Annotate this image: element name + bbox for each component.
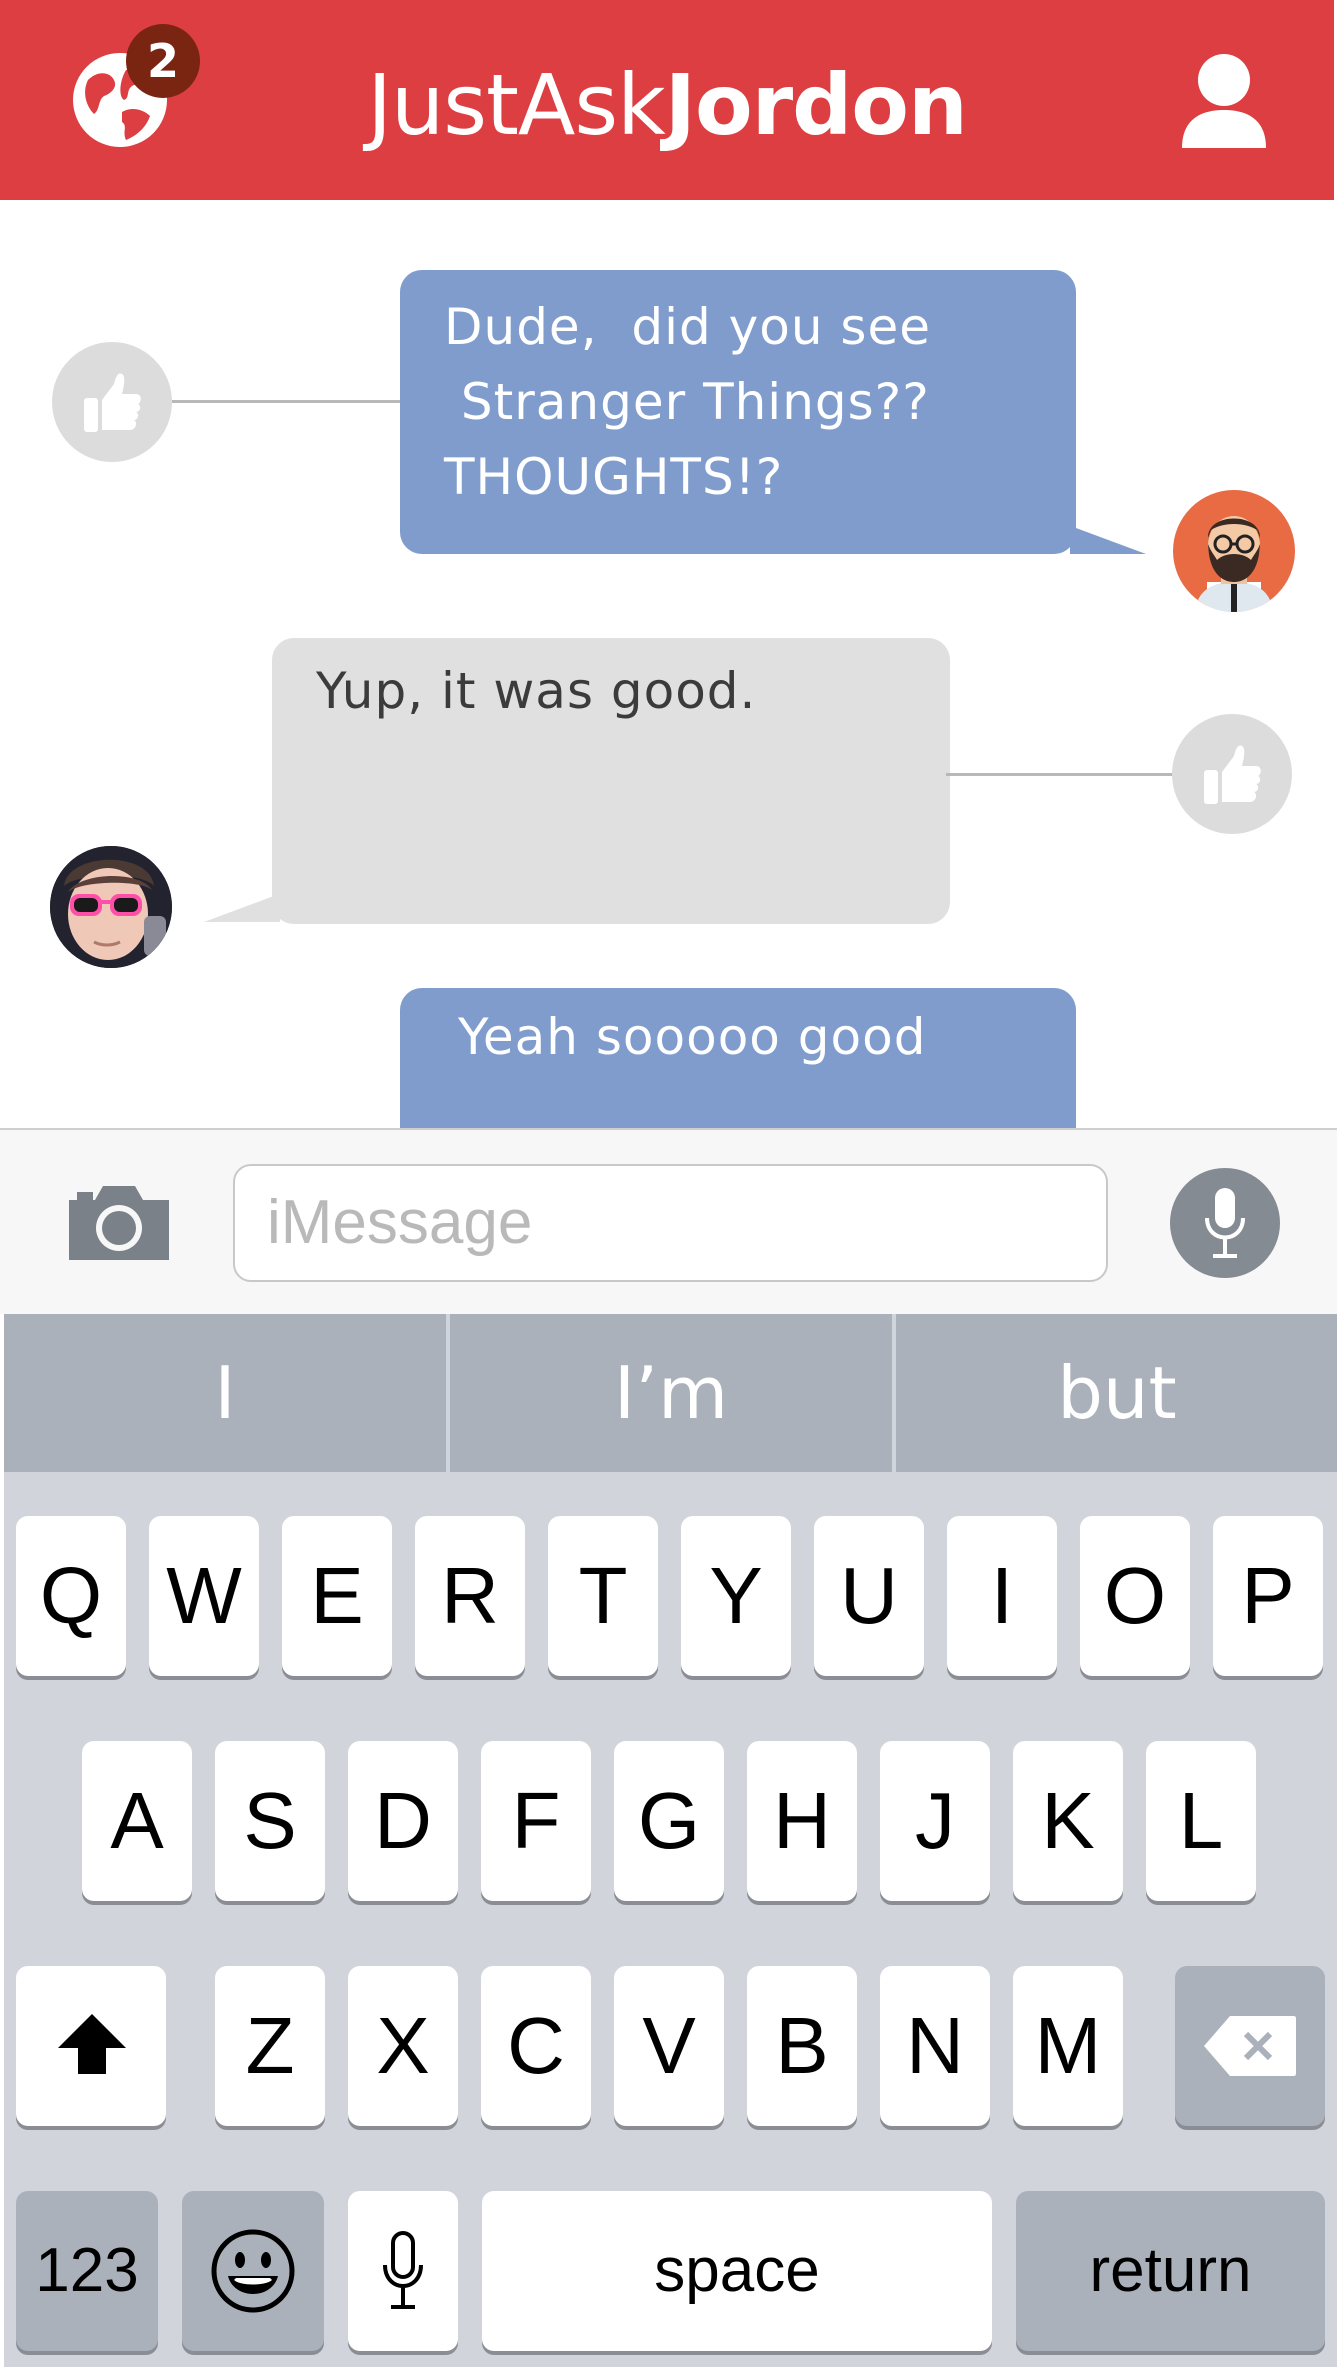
bearded-man-avatar[interactable] <box>1173 490 1295 612</box>
suggestion-1[interactable]: I <box>4 1314 446 1472</box>
key-u[interactable]: U <box>814 1516 924 1676</box>
key-i[interactable]: I <box>947 1516 1057 1676</box>
emoji-key[interactable] <box>182 2191 324 2351</box>
key-c[interactable]: C <box>481 1966 591 2126</box>
like-button[interactable] <box>52 342 172 462</box>
key-l[interactable]: L <box>1146 1741 1256 1901</box>
message-input-bar: iMessage <box>0 1128 1337 1314</box>
space-key[interactable]: space <box>482 2191 992 2351</box>
like-connector-line <box>172 400 404 403</box>
message-text-line: Yup, it was good. <box>316 662 757 720</box>
key-w[interactable]: W <box>149 1516 259 1676</box>
key-h[interactable]: H <box>747 1741 857 1901</box>
title-part-just: Just <box>367 56 519 154</box>
key-x[interactable]: X <box>348 1966 458 2126</box>
app-title: JustAskJordon <box>0 50 1334 160</box>
keyboard: Q W E R T Y U I O P A S D F G H J K L Z … <box>4 1472 1337 2367</box>
shift-arrow-icon <box>58 2014 126 2074</box>
message-bubble-received[interactable]: Yup, it was good. <box>272 638 950 924</box>
camera-icon[interactable] <box>65 1182 173 1264</box>
like-connector-line <box>946 773 1174 776</box>
key-n[interactable]: N <box>880 1966 990 2126</box>
key-v[interactable]: V <box>614 1966 724 2126</box>
message-bubble-sent[interactable]: Yeah sooooo good <box>400 988 1076 1128</box>
message-text-line: THOUGHTS!? <box>444 448 784 506</box>
return-key-label: return <box>1089 2236 1252 2305</box>
bubble-tail <box>1070 528 1146 554</box>
numbers-key[interactable]: 123 <box>16 2191 158 2351</box>
suggestion-3[interactable]: but <box>896 1314 1337 1472</box>
key-a[interactable]: A <box>82 1741 192 1901</box>
microphone-icon <box>383 2231 423 2309</box>
predictive-text-bar: I I’m but <box>4 1314 1337 1472</box>
message-text-line: Dude, did you see <box>444 298 931 356</box>
title-part-ask: Ask <box>517 56 666 154</box>
key-q[interactable]: Q <box>16 1516 126 1676</box>
key-r[interactable]: R <box>415 1516 525 1676</box>
key-m[interactable]: M <box>1013 1966 1123 2126</box>
key-t[interactable]: T <box>548 1516 658 1676</box>
title-part-jordon: Jordon <box>664 56 968 154</box>
sunglasses-user-avatar[interactable] <box>50 846 172 968</box>
delete-key[interactable] <box>1175 1966 1325 2126</box>
like-button[interactable] <box>1172 714 1292 834</box>
microphone-button[interactable] <box>1170 1168 1280 1278</box>
microphone-icon <box>1205 1188 1245 1258</box>
suggestion-2[interactable]: I’m <box>450 1314 892 1472</box>
app-header: 2 JustAskJordon <box>0 0 1334 200</box>
user-icon[interactable] <box>1180 50 1268 150</box>
numbers-key-label: 123 <box>35 2236 139 2305</box>
chat-thread[interactable]: Dude, did you see Stranger Things?? THOU… <box>0 200 1337 1128</box>
emoji-icon <box>211 2229 295 2313</box>
key-y[interactable]: Y <box>681 1516 791 1676</box>
return-key[interactable]: return <box>1016 2191 1325 2351</box>
key-o[interactable]: O <box>1080 1516 1190 1676</box>
message-text-line: Stranger Things?? <box>444 373 930 431</box>
message-bubble-sent[interactable]: Dude, did you see Stranger Things?? THOU… <box>400 270 1076 554</box>
key-z[interactable]: Z <box>215 1966 325 2126</box>
key-k[interactable]: K <box>1013 1741 1123 1901</box>
key-d[interactable]: D <box>348 1741 458 1901</box>
key-b[interactable]: B <box>747 1966 857 2126</box>
thumbs-up-icon <box>1204 745 1261 804</box>
key-j[interactable]: J <box>880 1741 990 1901</box>
message-input[interactable]: iMessage <box>233 1164 1108 1282</box>
thumbs-up-icon <box>84 373 141 432</box>
message-text-line: Yeah sooooo good <box>458 1008 927 1066</box>
bubble-tail <box>204 896 280 922</box>
key-f[interactable]: F <box>481 1741 591 1901</box>
dictation-key[interactable] <box>348 2191 458 2351</box>
key-g[interactable]: G <box>614 1741 724 1901</box>
key-e[interactable]: E <box>282 1516 392 1676</box>
key-p[interactable]: P <box>1213 1516 1323 1676</box>
key-s[interactable]: S <box>215 1741 325 1901</box>
backspace-icon <box>1204 2016 1296 2076</box>
shift-key[interactable] <box>16 1966 166 2126</box>
